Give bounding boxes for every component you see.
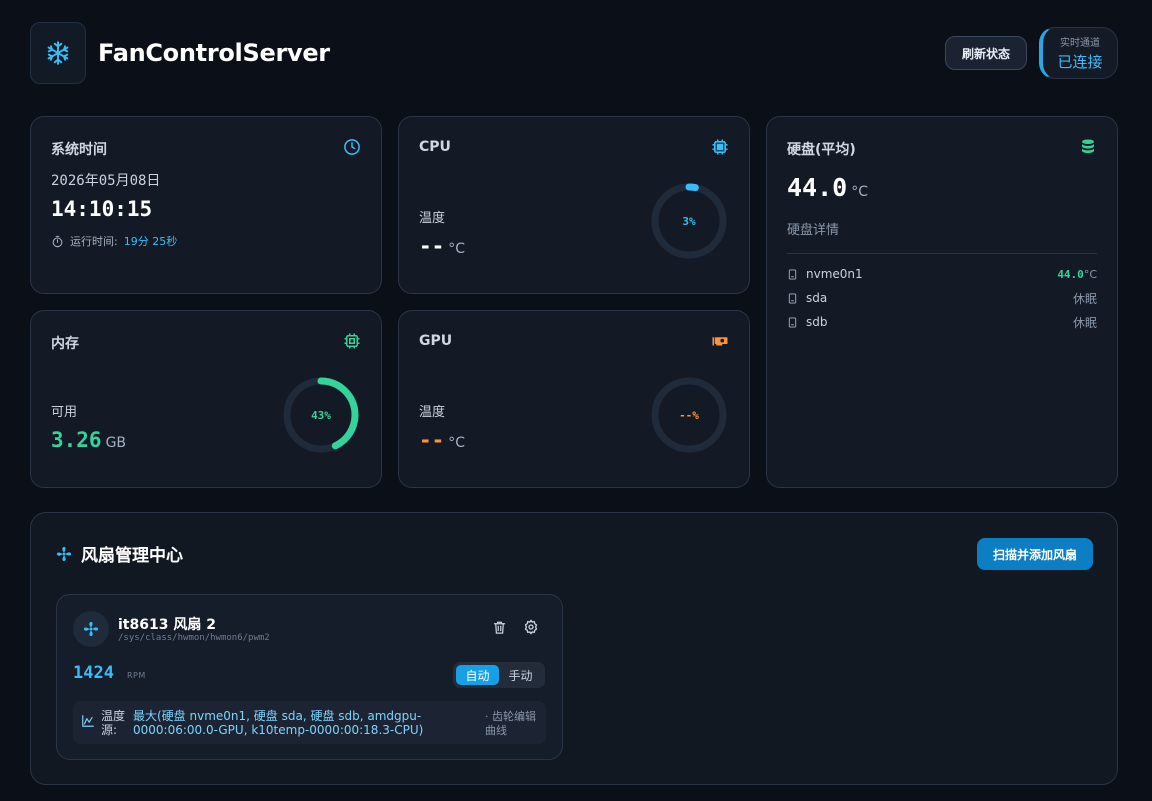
chart-line-icon [82, 715, 94, 727]
gear-icon [524, 619, 538, 635]
gpu-temp-label: 温度 [419, 405, 446, 420]
temperature-source: 温度源: 最大(硬盘 nvme0n1, 硬盘 sda, 硬盘 sdb, amdg… [73, 701, 546, 744]
system-date: 2026年05月08日 [51, 173, 161, 189]
mode-manual-button[interactable]: 手动 [499, 665, 542, 685]
memory-avail: 3.26 GB [51, 428, 126, 452]
app-title: FanControlServer [98, 39, 330, 67]
fan-rpm: 1424 [73, 663, 114, 683]
fan-icon [56, 546, 72, 561]
gpu-card: GPU 温度 -- °C --% [398, 310, 750, 488]
disk-status: 44.0 [1057, 267, 1084, 281]
disk-name: sda [806, 291, 828, 305]
cpu-temp: -- °C [419, 234, 465, 258]
cpu-temp-value: -- [419, 234, 445, 258]
connection-status: 实时通道 已连接 [1039, 27, 1118, 79]
disk-row: sda 休眠 [787, 286, 1097, 310]
memory-usage-text: 43% [311, 408, 331, 422]
scan-add-fan-button[interactable]: 扫描并添加风扇 [977, 538, 1093, 570]
disk-unit: °C [1083, 267, 1097, 281]
disk-row: sdb 休眠 [787, 310, 1097, 334]
card-title: 内存 [51, 336, 79, 352]
uptime-value: 19分 25秒 [123, 235, 178, 248]
mode-auto-button[interactable]: 自动 [456, 665, 499, 685]
database-icon [1082, 139, 1094, 153]
logo [30, 22, 86, 84]
fan-management-section: 风扇管理中心 扫描并添加风扇 it8613 风扇 2 /sys/class/hw… [30, 512, 1118, 785]
cpu-temp-label: 温度 [419, 211, 446, 226]
uptime-label: 运行时间: [70, 235, 118, 248]
disk-status: 休眠 [1072, 291, 1097, 306]
stopwatch-icon [52, 235, 63, 247]
fan-mode-toggle: 自动 手动 [453, 662, 545, 688]
system-time: 14:10:15 [51, 197, 153, 221]
connection-label: 实时通道 [1060, 38, 1100, 49]
fan-path: /sys/class/hwmon/hwmon6/pwm2 [118, 633, 270, 643]
edit-curve-hint[interactable]: · 齿轮编辑曲线 [485, 710, 537, 738]
disk-avg-temp: 44.0 °C [787, 173, 868, 202]
fan-name: it8613 风扇 2 [118, 617, 216, 633]
source-text: 最大(硬盘 nvme0n1, 硬盘 sda, 硬盘 sdb, amdgpu-00… [133, 709, 424, 737]
gpu-usage-text: --% [679, 408, 699, 422]
fan-rpm-unit: RPM [127, 671, 146, 680]
cpu-usage-text: 3% [682, 214, 696, 228]
card-title: GPU [419, 333, 453, 349]
disk-row: nvme0n1 44.0 °C [787, 262, 1097, 286]
refresh-button[interactable]: 刷新状态 [945, 36, 1027, 70]
chip-icon [344, 333, 360, 349]
disk-status: 休眠 [1072, 315, 1097, 330]
fan-section-header: 风扇管理中心 [55, 541, 183, 566]
card-title: 硬盘(平均) [787, 142, 856, 158]
drive-icon [788, 292, 797, 304]
graphics-card-icon [712, 337, 728, 346]
disk-name: nvme0n1 [806, 267, 863, 281]
disk-name: sdb [806, 315, 828, 329]
snowflake-icon [47, 41, 69, 65]
card-title: CPU [419, 139, 451, 155]
memory-avail-unit: GB [105, 435, 127, 451]
card-title: 系统时间 [51, 142, 107, 158]
memory-avail-value: 3.26 [51, 428, 102, 452]
fan-section-title: 风扇管理中心 [81, 546, 183, 566]
trash-icon [493, 621, 505, 634]
source-label: 温度源: [101, 709, 126, 737]
disk-list: nvme0n1 44.0 °C sda 休眠 sdb 休眠 [787, 253, 1097, 334]
fan-avatar [73, 611, 109, 647]
disk-details-label: 硬盘详情 [787, 223, 840, 238]
cpu-card: CPU 温度 -- °C 3% [398, 116, 750, 294]
gpu-temp-unit: °C [448, 435, 466, 451]
connection-value: 已连接 [1057, 53, 1103, 71]
fan-card: it8613 风扇 2 /sys/class/hwmon/hwmon6/pwm2… [56, 594, 563, 760]
disk-card: 硬盘(平均) 44.0 °C 硬盘详情 nvme0n1 44.0 °C sda 休眠… [766, 116, 1118, 488]
drive-icon [788, 316, 797, 328]
gpu-temp: -- °C [419, 428, 465, 452]
gpu-temp-value: -- [419, 428, 445, 452]
system-time-card: 系统时间 2026年05月08日 14:10:15 运行时间: 19分 25秒 [30, 116, 382, 294]
delete-fan-button[interactable] [489, 617, 509, 637]
memory-avail-label: 可用 [51, 405, 78, 420]
cpu-temp-unit: °C [448, 241, 466, 257]
memory-card: 内存 可用 3.26 GB 43% [30, 310, 382, 488]
uptime: 运行时间: 19分 25秒 [51, 233, 177, 249]
app-header: FanControlServer 刷新状态 实时通道 已连接 [30, 22, 1118, 84]
fan-icon [83, 621, 99, 637]
fan-settings-button[interactable] [521, 617, 541, 637]
cpu-icon [712, 139, 728, 155]
disk-avg-value: 44.0 [787, 173, 848, 202]
clock-icon [344, 139, 360, 155]
drive-icon [788, 268, 797, 280]
disk-avg-unit: °C [851, 184, 868, 200]
